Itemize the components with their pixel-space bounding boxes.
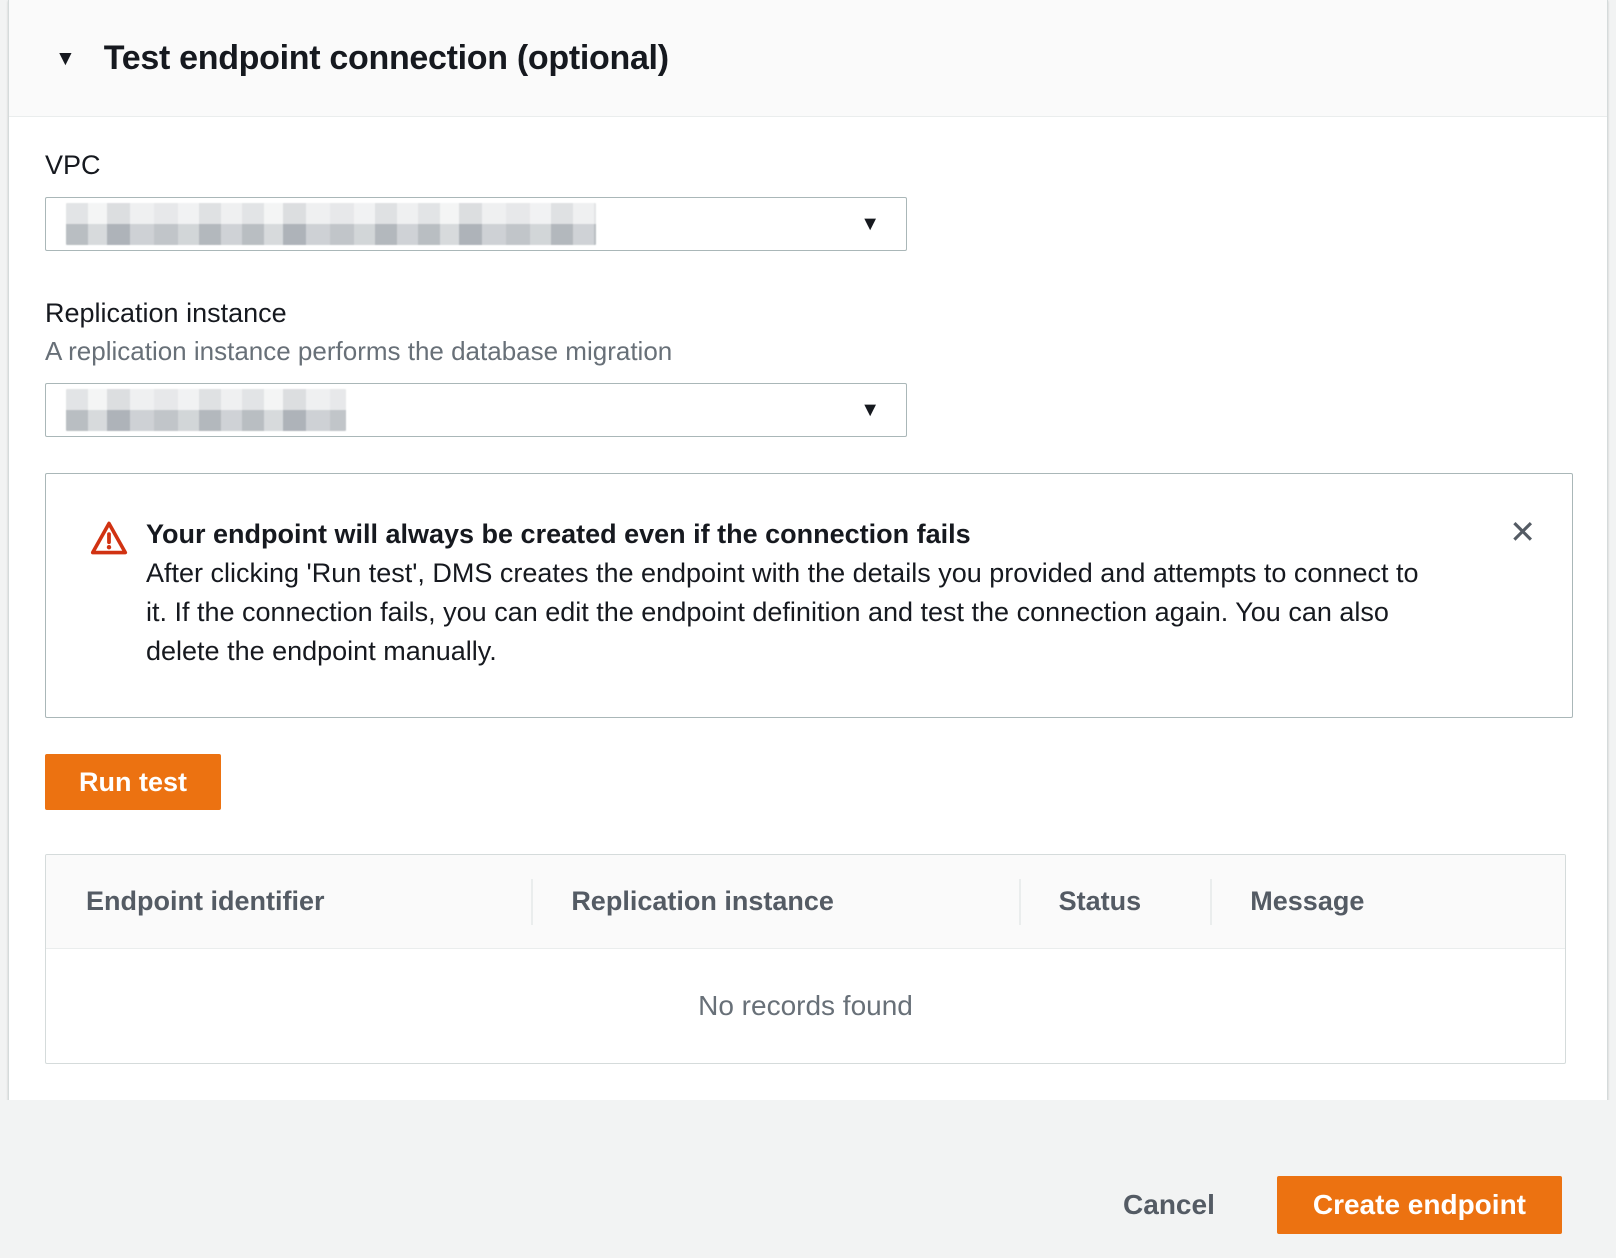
dropdown-caret-icon: ▼ [860, 400, 880, 420]
close-icon[interactable]: ✕ [1509, 516, 1536, 548]
cancel-button[interactable]: Cancel [1123, 1189, 1215, 1221]
column-header-status: Status [1019, 886, 1211, 917]
footer-actions: Cancel Create endpoint [0, 1100, 1616, 1258]
table-body: No records found [46, 949, 1565, 1063]
warning-title: Your endpoint will always be created eve… [146, 514, 1446, 554]
column-header-message: Message [1210, 886, 1565, 917]
warning-triangle-icon [90, 520, 128, 561]
replication-instance-redacted-value [66, 389, 346, 431]
vpc-label: VPC [45, 149, 1573, 181]
vpc-redacted-value [66, 203, 596, 245]
table-empty-message: No records found [698, 990, 913, 1022]
replication-instance-select[interactable]: ▼ [45, 383, 907, 437]
test-results-table: Endpoint identifier Replication instance… [45, 854, 1566, 1064]
panel-title: Test endpoint connection (optional) [104, 39, 669, 78]
vpc-field: VPC ▼ [45, 149, 1573, 251]
warning-body: After clicking 'Run test', DMS creates t… [146, 554, 1446, 671]
collapse-triangle-icon[interactable]: ▼ [55, 48, 76, 69]
replication-instance-label: Replication instance [45, 297, 1573, 329]
create-endpoint-button[interactable]: Create endpoint [1277, 1176, 1562, 1234]
replication-instance-description: A replication instance performs the data… [45, 335, 1573, 367]
vpc-select[interactable]: ▼ [45, 197, 907, 251]
panel-header[interactable]: ▼ Test endpoint connection (optional) [9, 0, 1607, 117]
column-header-replication-instance: Replication instance [531, 886, 1018, 917]
panel-body: VPC ▼ Replication instance A replication… [9, 117, 1607, 1110]
warning-alert: Your endpoint will always be created eve… [45, 473, 1573, 718]
replication-instance-field: Replication instance A replication insta… [45, 297, 1573, 437]
test-endpoint-panel: ▼ Test endpoint connection (optional) VP… [8, 0, 1608, 1111]
column-header-endpoint-identifier: Endpoint identifier [46, 886, 531, 917]
table-header-row: Endpoint identifier Replication instance… [46, 855, 1565, 949]
dropdown-caret-icon: ▼ [860, 214, 880, 234]
run-test-button[interactable]: Run test [45, 754, 221, 810]
warning-content: Your endpoint will always be created eve… [146, 514, 1446, 671]
